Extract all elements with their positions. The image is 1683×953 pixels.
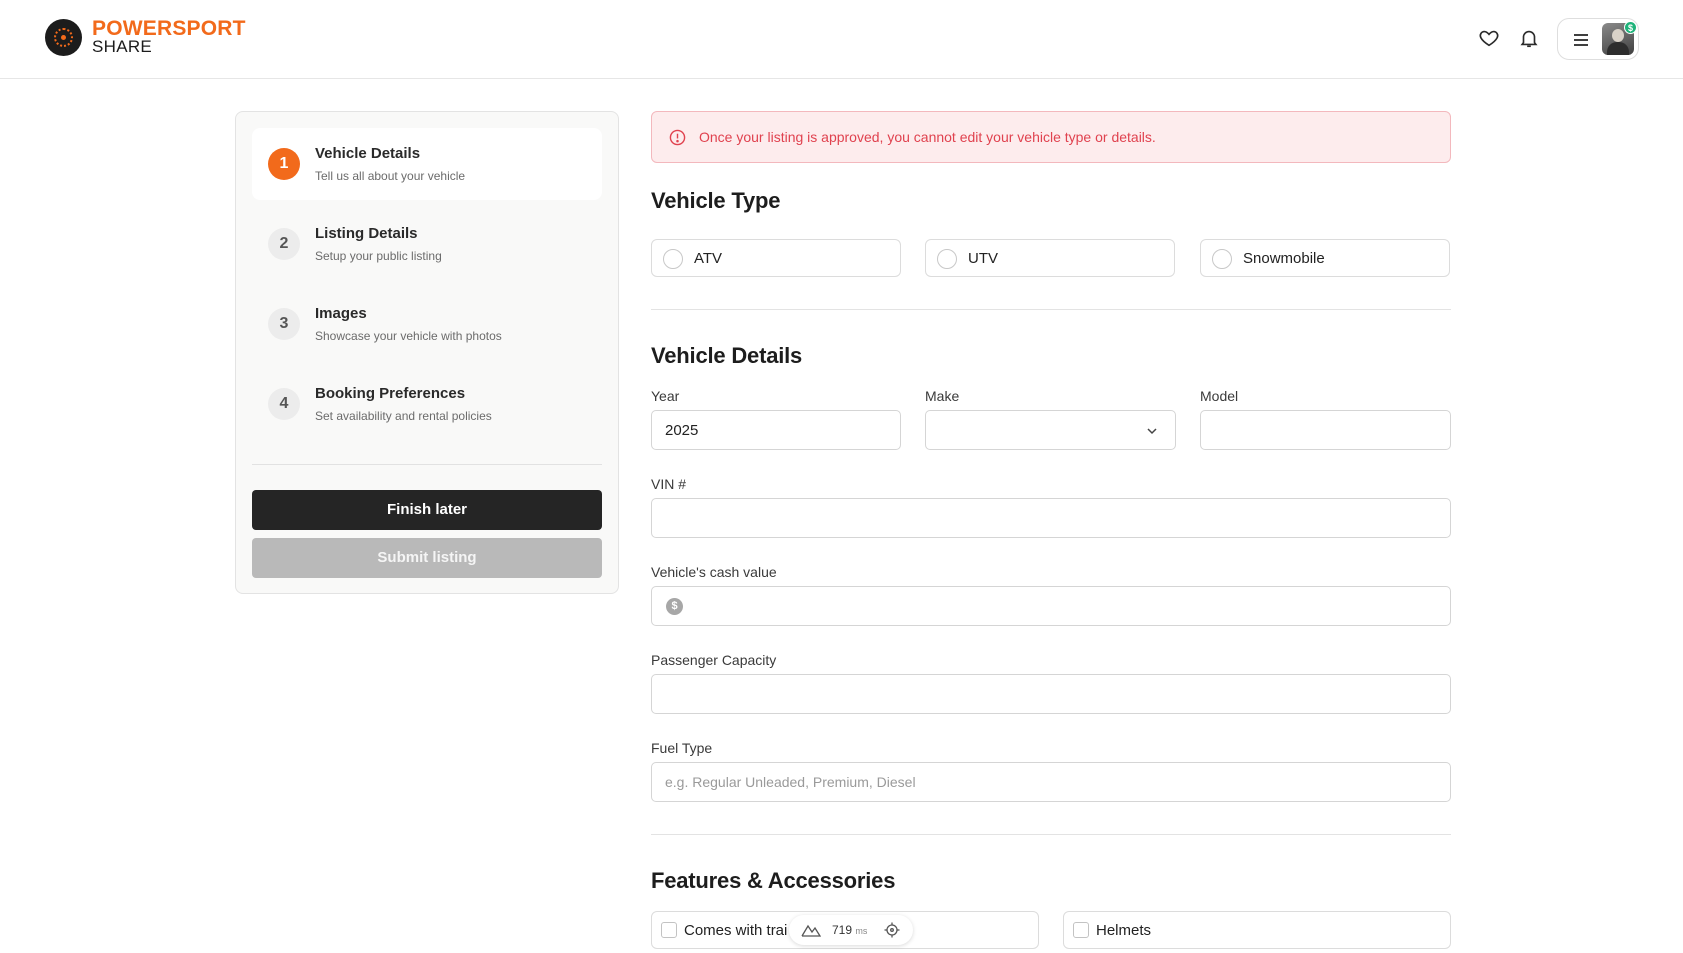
feature-label: Comes with trai — [684, 922, 788, 939]
step-number: 1 — [268, 148, 300, 180]
user-menu-button[interactable]: $ — [1557, 18, 1639, 60]
menu-icon — [1572, 32, 1590, 48]
brand-name-line1: POWERSPORT — [92, 16, 246, 40]
vin-label: VIN # — [651, 476, 687, 492]
step-number: 4 — [268, 388, 300, 420]
heart-icon[interactable] — [1477, 26, 1501, 50]
step-title: Images — [315, 305, 367, 322]
step-title: Vehicle Details — [315, 145, 421, 162]
listing-stepper: 1 Vehicle Details Tell us all about your… — [235, 111, 619, 594]
section-divider — [651, 834, 1451, 835]
step-subtitle: Setup your public listing — [315, 249, 442, 263]
year-value: 2025 — [665, 422, 699, 439]
timing-value: 719 — [832, 923, 853, 937]
model-field[interactable] — [1200, 410, 1451, 450]
passenger-capacity-label: Passenger Capacity — [651, 652, 777, 668]
submit-listing-button[interactable]: Submit listing — [252, 538, 602, 578]
dev-performance-overlay[interactable]: 719 ms — [789, 915, 913, 945]
timing-readout: 719 ms — [832, 923, 867, 937]
step-title: Listing Details — [315, 225, 418, 242]
approval-warning-alert: Once your listing is approved, you canno… — [651, 111, 1451, 163]
step-title: Booking Preferences — [315, 385, 466, 402]
step-vehicle-details[interactable]: 1 Vehicle Details Tell us all about your… — [252, 128, 602, 200]
vehicle-type-option-atv[interactable]: ATV — [651, 239, 901, 277]
bell-icon[interactable] — [1517, 26, 1541, 50]
brand-logo[interactable]: POWERSPORT SHARE — [45, 16, 246, 56]
feature-option-helmets[interactable]: Helmets — [1063, 911, 1451, 949]
top-header: POWERSPORT SHARE $ — [0, 0, 1683, 79]
checkbox[interactable] — [1073, 922, 1089, 938]
option-label: Snowmobile — [1243, 250, 1325, 267]
step-listing-details[interactable]: 2 Listing Details Setup your public list… — [252, 208, 602, 280]
radio-button[interactable] — [937, 249, 957, 269]
make-select[interactable] — [925, 410, 1176, 450]
radio-button[interactable] — [663, 249, 683, 269]
step-subtitle: Showcase your vehicle with photos — [315, 329, 502, 343]
model-label: Model — [1200, 388, 1239, 404]
alert-message: Once your listing is approved, you canno… — [699, 129, 1156, 145]
step-booking-preferences[interactable]: 4 Booking Preferences Set availability a… — [252, 368, 602, 440]
fuel-type-placeholder: e.g. Regular Unleaded, Premium, Diesel — [665, 774, 916, 790]
dollar-icon: $ — [666, 598, 683, 615]
vehicle-details-heading: Vehicle Details — [651, 343, 803, 368]
feature-label: Helmets — [1096, 922, 1152, 939]
step-number: 2 — [268, 228, 300, 260]
brand-name-line2: SHARE — [92, 36, 153, 56]
passenger-capacity-field[interactable] — [651, 674, 1451, 714]
step-images[interactable]: 3 Images Showcase your vehicle with phot… — [252, 288, 602, 360]
info-icon — [669, 129, 686, 146]
make-label: Make — [925, 388, 960, 404]
cash-value-label: Vehicle's cash value — [651, 564, 777, 580]
option-label: UTV — [968, 250, 998, 267]
chevron-down-icon — [1145, 424, 1159, 438]
mountain-icon — [801, 922, 822, 943]
features-heading: Features & Accessories — [651, 868, 896, 893]
year-field[interactable]: 2025 — [651, 410, 901, 450]
section-divider — [651, 309, 1451, 310]
fuel-type-field[interactable]: e.g. Regular Unleaded, Premium, Diesel — [651, 762, 1451, 802]
option-label: ATV — [694, 250, 723, 267]
wheel-icon — [45, 19, 82, 56]
host-badge: $ — [1624, 21, 1637, 34]
vin-field[interactable] — [651, 498, 1451, 538]
divider — [252, 464, 602, 465]
vehicle-type-option-snowmobile[interactable]: Snowmobile — [1200, 239, 1450, 277]
timing-unit: ms — [855, 926, 868, 936]
year-label: Year — [651, 388, 680, 404]
step-number: 3 — [268, 308, 300, 340]
finish-later-button[interactable]: Finish later — [252, 490, 602, 530]
radio-button[interactable] — [1212, 249, 1232, 269]
step-subtitle: Set availability and rental policies — [315, 409, 492, 423]
crosshair-icon[interactable] — [884, 922, 900, 943]
vehicle-type-option-utv[interactable]: UTV — [925, 239, 1175, 277]
checkbox[interactable] — [661, 922, 677, 938]
fuel-type-label: Fuel Type — [651, 740, 713, 756]
step-subtitle: Tell us all about your vehicle — [315, 169, 466, 183]
vehicle-type-heading: Vehicle Type — [651, 188, 781, 213]
cash-value-field[interactable]: $ — [651, 586, 1451, 626]
